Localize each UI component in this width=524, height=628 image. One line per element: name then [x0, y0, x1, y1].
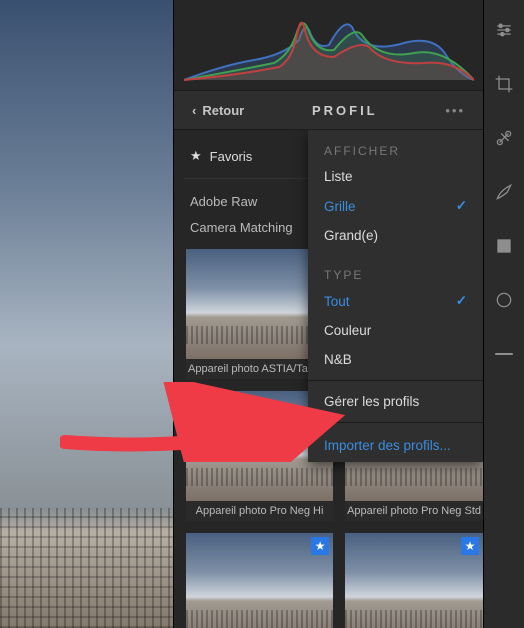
- brush-icon[interactable]: [484, 180, 524, 204]
- more-icon[interactable]: •••: [445, 103, 465, 118]
- check-icon: ✓: [456, 198, 467, 214]
- menu-item-grille[interactable]: Grille✓: [308, 191, 483, 221]
- panel-body: ★ Favoris Adobe Raw Camera Matching Appa…: [174, 130, 483, 628]
- adjust-icon[interactable]: [484, 18, 524, 42]
- menu-item-manage-profiles[interactable]: Gérer les profils: [308, 387, 483, 416]
- menu-item-couleur[interactable]: Couleur: [308, 316, 483, 345]
- right-toolbar: [483, 0, 524, 628]
- favorites-label: Favoris: [210, 149, 253, 164]
- profile-card[interactable]: ★: [186, 533, 333, 628]
- menu-item-grande[interactable]: Grand(e): [308, 221, 483, 250]
- profile-caption: Appareil photo Pro Neg Std: [345, 501, 483, 521]
- profile-caption: Appareil photo Pro Neg Hi: [186, 501, 333, 521]
- menu-item-import-profiles[interactable]: Importer des profils...: [308, 429, 483, 462]
- chevron-left-icon: ‹: [192, 103, 196, 118]
- panel-header: ‹ Retour PROFIL •••: [174, 91, 483, 130]
- star-icon: ★: [190, 148, 202, 164]
- back-button[interactable]: ‹ Retour: [192, 103, 244, 118]
- crop-icon[interactable]: [484, 72, 524, 96]
- healing-icon[interactable]: [484, 126, 524, 150]
- profile-options-menu: AFFICHER Liste Grille✓ Grand(e) TYPE Tou…: [308, 130, 483, 462]
- histogram: [174, 0, 483, 91]
- radial-gradient-icon[interactable]: [484, 288, 524, 312]
- panel-title: PROFIL: [312, 103, 378, 118]
- favorite-badge: ★: [311, 537, 329, 555]
- menu-item-liste[interactable]: Liste: [308, 162, 483, 191]
- linear-gradient-icon[interactable]: [484, 234, 524, 258]
- more-tools-icon[interactable]: [484, 342, 524, 366]
- back-label: Retour: [202, 103, 244, 118]
- menu-item-tout[interactable]: Tout✓: [308, 286, 483, 316]
- profile-panel: ‹ Retour PROFIL ••• ★ Favoris Adobe Raw …: [174, 0, 483, 628]
- image-preview: [0, 0, 174, 628]
- preview-foreground: [0, 508, 173, 628]
- menu-section-header: TYPE: [308, 250, 483, 286]
- menu-section-header: AFFICHER: [308, 130, 483, 162]
- check-icon: ✓: [456, 293, 467, 309]
- profile-card[interactable]: ★: [345, 533, 483, 628]
- favorite-badge: ★: [461, 537, 479, 555]
- menu-item-nb[interactable]: N&B: [308, 345, 483, 374]
